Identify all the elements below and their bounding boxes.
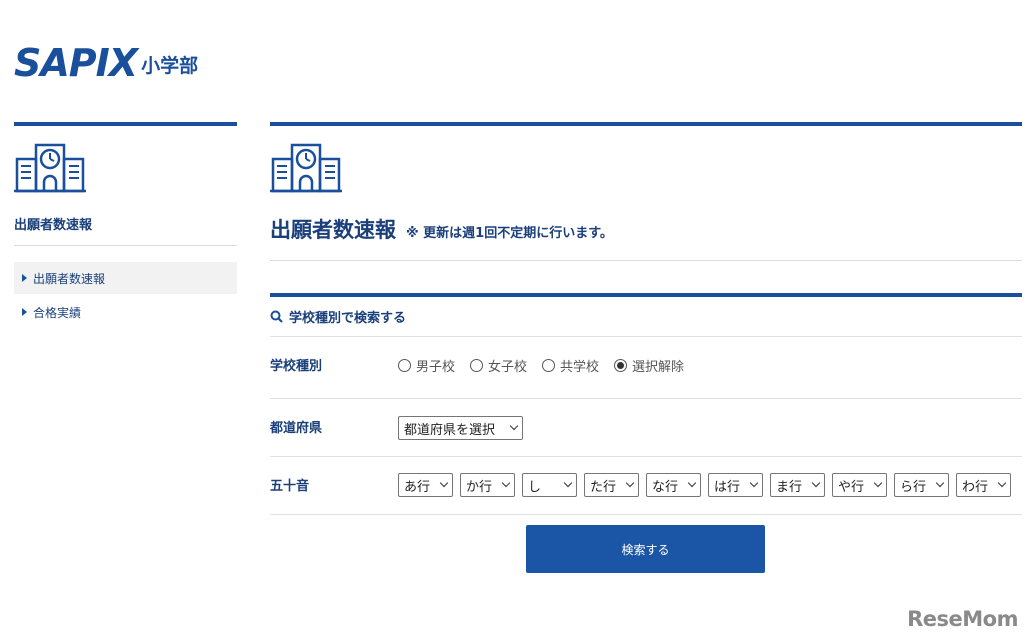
kana-selects: あ行 か行 し た行 な行 は行 ま行 や行 ら行 わ行 [398, 457, 1022, 514]
sidebar-nav: 出願者数速報 合格実績 [14, 262, 237, 328]
update-note: ※ 更新は週1回不定期に行います。 [406, 226, 613, 241]
kana-select-wa[interactable]: わ行 [956, 473, 1011, 497]
radio-label: 男子校 [416, 360, 456, 375]
prefecture-select-value: 都道府県を選択 [404, 422, 496, 438]
kana-select-value: な行 [652, 479, 679, 495]
chevron-down-icon [749, 478, 759, 488]
kana-row: 五十音 あ行 か行 し た行 な行 は行 ま行 や行 ら行 わ行 [270, 457, 1022, 515]
search-heading-label: 学校種別で検索する [289, 311, 407, 326]
radio-dot [617, 362, 625, 369]
kana-select-ra[interactable]: ら行 [894, 473, 949, 497]
chevron-down-icon [935, 478, 945, 488]
kana-select-value: か行 [466, 479, 493, 495]
kana-select-ka[interactable]: か行 [460, 473, 515, 497]
radio-circle[interactable] [542, 359, 556, 372]
radio-coed-school[interactable]: 共学校 [542, 356, 599, 375]
kana-select-value: わ行 [962, 479, 989, 495]
search-icon [270, 310, 283, 323]
chevron-down-icon [501, 478, 511, 488]
watermark-logo: ReseMom [907, 607, 1018, 631]
chevron-down-icon [563, 478, 573, 488]
kana-select-a[interactable]: あ行 [398, 473, 453, 497]
radio-boys-school[interactable]: 男子校 [398, 356, 455, 375]
school-type-options: 男子校 女子校 共学校 選択解除 [398, 337, 1022, 398]
radio-girls-school[interactable]: 女子校 [470, 356, 527, 375]
sidebar-item-label: 出願者数速報 [33, 271, 106, 286]
school-building-icon [270, 143, 342, 193]
school-type-label: 学校種別 [270, 359, 323, 374]
prefecture-label: 都道府県 [270, 421, 323, 436]
radio-circle[interactable] [470, 359, 484, 372]
kana-select-ha[interactable]: は行 [708, 473, 763, 497]
radio-label: 選択解除 [632, 360, 685, 375]
logo-subtitle: 小学部 [141, 55, 199, 77]
kana-select-value: ま行 [776, 479, 803, 495]
chevron-down-icon [687, 478, 697, 488]
caret-right-icon [22, 274, 27, 282]
radio-clear-selection[interactable]: 選択解除 [614, 356, 684, 375]
search-form: 学校種別で検索する 学校種別 男子校 女子校 共学校 選択解除 都道府県 都道府… [270, 293, 1022, 515]
kana-select-ma[interactable]: ま行 [770, 473, 825, 497]
prefecture-field: 都道府県を選択 [398, 399, 1022, 456]
kana-select-value: あ行 [404, 479, 431, 495]
radio-label: 女子校 [488, 360, 528, 375]
kana-select-na[interactable]: な行 [646, 473, 701, 497]
logo-text: SAPIX [14, 41, 138, 85]
kana-select-ya[interactable]: や行 [832, 473, 887, 497]
school-type-row: 学校種別 男子校 女子校 共学校 選択解除 [270, 337, 1022, 399]
sidebar-header: 出願者数速報 [14, 122, 237, 246]
main-content: 出願者数速報 ※ 更新は週1回不定期に行います。 学校種別で検索する 学校種別 … [270, 122, 1022, 573]
kana-select-value: し [528, 479, 542, 495]
chevron-down-icon [509, 421, 519, 431]
kana-select-value: や行 [838, 479, 865, 495]
prefecture-select[interactable]: 都道府県を選択 [398, 416, 523, 440]
page-title: 出願者数速報 [270, 218, 396, 242]
chevron-down-icon [439, 478, 449, 488]
kana-select-value: ら行 [900, 479, 927, 495]
kana-select-sa[interactable]: し [522, 473, 577, 497]
search-heading: 学校種別で検索する [270, 297, 1022, 337]
sidebar-title: 出願者数速報 [14, 214, 237, 246]
sidebar-item-label: 合格実績 [33, 305, 82, 320]
school-building-icon [14, 143, 86, 193]
site-logo[interactable]: SAPIX 小学部 [14, 44, 198, 82]
kana-select-ta[interactable]: た行 [584, 473, 639, 497]
sidebar-item-applicant-count[interactable]: 出願者数速報 [14, 262, 237, 294]
sidebar-item-results[interactable]: 合格実績 [14, 296, 237, 328]
radio-label: 共学校 [560, 360, 600, 375]
radio-circle-selected[interactable] [614, 359, 628, 372]
chevron-down-icon [625, 478, 635, 488]
kana-label: 五十音 [270, 479, 310, 494]
chevron-down-icon [873, 478, 883, 488]
page-header: 出願者数速報 ※ 更新は週1回不定期に行います。 [270, 122, 1022, 261]
chevron-down-icon [811, 478, 821, 488]
search-submit-button[interactable]: 検索する [526, 525, 765, 573]
kana-select-value: は行 [714, 479, 741, 495]
sidebar: 出願者数速報 出願者数速報 合格実績 [14, 122, 237, 330]
kana-select-value: た行 [590, 479, 617, 495]
caret-right-icon [22, 308, 27, 316]
prefecture-row: 都道府県 都道府県を選択 [270, 399, 1022, 457]
page-title-row: 出願者数速報 ※ 更新は週1回不定期に行います。 [270, 214, 1022, 244]
chevron-down-icon [997, 478, 1007, 488]
radio-circle[interactable] [398, 359, 411, 372]
